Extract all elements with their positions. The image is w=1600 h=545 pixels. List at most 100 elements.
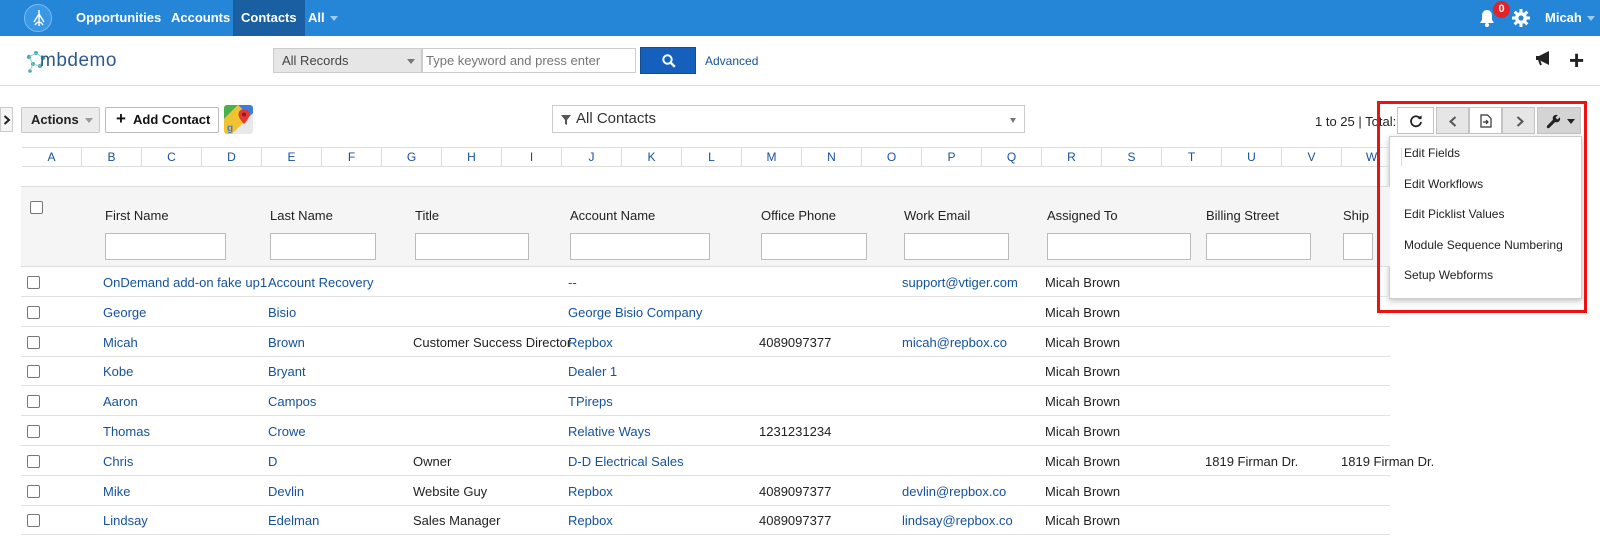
quick-create-icon[interactable]: + [1569,47,1584,73]
add-contact-button[interactable]: + Add Contact [105,107,219,133]
account-name-link[interactable]: D-D Electrical Sales [568,454,684,469]
alphabet-letter-d[interactable]: D [202,148,262,166]
nav-item-all[interactable]: All [300,0,346,36]
last-name-link[interactable]: Account Recovery [268,275,374,290]
account-name-link[interactable]: Repbox [568,335,613,350]
table-row[interactable]: Chris D Owner D-D Electrical Sales Micah Bro… [21,446,1434,476]
column-header-first-name[interactable]: First Name [105,208,169,223]
gear-icon[interactable] [1511,8,1531,28]
column-header-work-email[interactable]: Work Email [904,208,970,223]
alphabet-letter-g[interactable]: G [382,148,442,166]
alphabet-letter-t[interactable]: T [1162,148,1222,166]
account-name-link[interactable]: Repbox [568,513,613,528]
column-header-ship[interactable]: Ship [1343,208,1369,223]
last-name-link[interactable]: D [268,454,277,469]
row-checkbox[interactable] [27,335,40,349]
alphabet-letter-u[interactable]: U [1222,148,1282,166]
column-header-account-name[interactable]: Account Name [570,208,655,223]
first-name-link[interactable]: Chris [103,454,133,469]
first-name-link[interactable]: Mike [103,484,130,499]
table-row[interactable]: Lindsay Edelman Sales Manager Repbox 4089097… [21,505,1390,536]
row-checkbox[interactable] [27,276,40,289]
column-header-last-name[interactable]: Last Name [270,208,333,223]
row-checkbox[interactable] [27,425,40,438]
table-row[interactable]: OnDemand add-on fake up1 Account Recovery… [21,267,1390,297]
alphabet-letter-c[interactable]: C [142,148,202,166]
user-menu[interactable]: Micah [1545,0,1595,36]
first-name-link[interactable]: Micah [103,335,138,350]
last-name-link[interactable]: Campos [268,394,316,409]
alphabet-letter-v[interactable]: V [1282,148,1342,166]
alphabet-letter-k[interactable]: K [622,148,682,166]
column-filter-ship[interactable] [1343,233,1373,260]
first-name-link[interactable]: Aaron [103,394,138,409]
account-name-link[interactable]: Dealer 1 [568,364,617,379]
column-header-title[interactable]: Title [415,208,439,223]
account-name-link[interactable]: -- [568,275,577,290]
actions-button[interactable]: Actions [21,107,100,133]
account-name-link[interactable]: Repbox [568,484,613,499]
search-input[interactable] [422,48,636,73]
column-header-assigned-to[interactable]: Assigned To [1047,208,1118,223]
alphabet-letter-l[interactable]: L [682,148,742,166]
nav-item-opportunities[interactable]: Opportunities [68,0,169,36]
row-checkbox[interactable] [27,484,40,498]
alphabet-letter-b[interactable]: B [82,148,142,166]
alphabet-letter-h[interactable]: H [442,148,502,166]
column-filter-billing-street[interactable] [1206,233,1311,260]
column-filter-account-name[interactable] [570,233,710,260]
search-button[interactable] [640,47,696,74]
last-name-link[interactable]: Brown [268,335,305,350]
account-name-link[interactable]: Relative Ways [568,424,651,439]
select-all-checkbox[interactable] [30,201,43,214]
column-filter-title[interactable] [415,233,529,260]
last-name-link[interactable]: Bisio [268,305,296,320]
sidebar-toggle[interactable] [0,107,13,132]
alphabet-letter-s[interactable]: S [1102,148,1162,166]
list-filter-select[interactable]: All Contacts [552,105,1025,133]
first-name-link[interactable]: Lindsay [103,513,148,528]
alphabet-letter-j[interactable]: J [562,148,622,166]
alphabet-letter-n[interactable]: N [802,148,862,166]
last-name-link[interactable]: Devlin [268,484,304,499]
alphabet-letter-r[interactable]: R [1042,148,1102,166]
column-filter-office-phone[interactable] [761,233,867,260]
app-logo-icon[interactable] [24,4,52,32]
first-name-link[interactable]: Thomas [103,424,150,439]
alphabet-letter-m[interactable]: M [742,148,802,166]
work-email-link[interactable]: micah@repbox.co [902,335,1007,350]
row-checkbox[interactable] [27,454,40,468]
column-header-office-phone[interactable]: Office Phone [761,208,836,223]
records-scope-select[interactable]: All Records [273,48,422,73]
table-row[interactable]: Kobe Bryant Dealer 1 Micah Brown [21,356,1390,387]
last-name-link[interactable]: Crowe [268,424,306,439]
account-name-link[interactable]: TPireps [568,394,613,409]
table-row[interactable]: Mike Devlin Website Guy Repbox 4089097377 dev… [21,476,1390,506]
google-maps-icon[interactable]: g [224,105,253,134]
alphabet-letter-a[interactable]: A [22,148,82,166]
work-email-link[interactable]: devlin@repbox.co [902,484,1006,499]
account-name-link[interactable]: George Bisio Company [568,305,702,320]
column-filter-work-email[interactable] [904,233,1009,260]
row-checkbox[interactable] [27,514,40,528]
alphabet-letter-q[interactable]: Q [982,148,1042,166]
megaphone-icon[interactable] [1535,50,1553,66]
row-checkbox[interactable] [27,365,40,379]
work-email-link[interactable]: lindsay@repbox.co [902,513,1013,528]
column-filter-first-name[interactable] [105,233,226,260]
alphabet-letter-e[interactable]: E [262,148,322,166]
table-row[interactable]: Aaron Campos TPireps Micah Brown [21,386,1390,417]
first-name-link[interactable]: Kobe [103,364,133,379]
first-name-link[interactable]: OnDemand add-on fake up1 [103,275,267,290]
first-name-link[interactable]: George [103,305,146,320]
table-row[interactable]: Micah Brown Customer Success Director Repbo… [21,327,1390,357]
last-name-link[interactable]: Bryant [268,364,306,379]
row-checkbox[interactable] [27,305,40,319]
alphabet-letter-i[interactable]: I [502,148,562,166]
column-filter-assigned-to[interactable] [1047,233,1191,260]
work-email-link[interactable]: support@vtiger.com [902,275,1018,290]
alphabet-letter-o[interactable]: O [862,148,922,166]
alphabet-letter-f[interactable]: F [322,148,382,166]
row-checkbox[interactable] [27,395,40,409]
nav-item-contacts[interactable]: Contacts [233,0,305,36]
